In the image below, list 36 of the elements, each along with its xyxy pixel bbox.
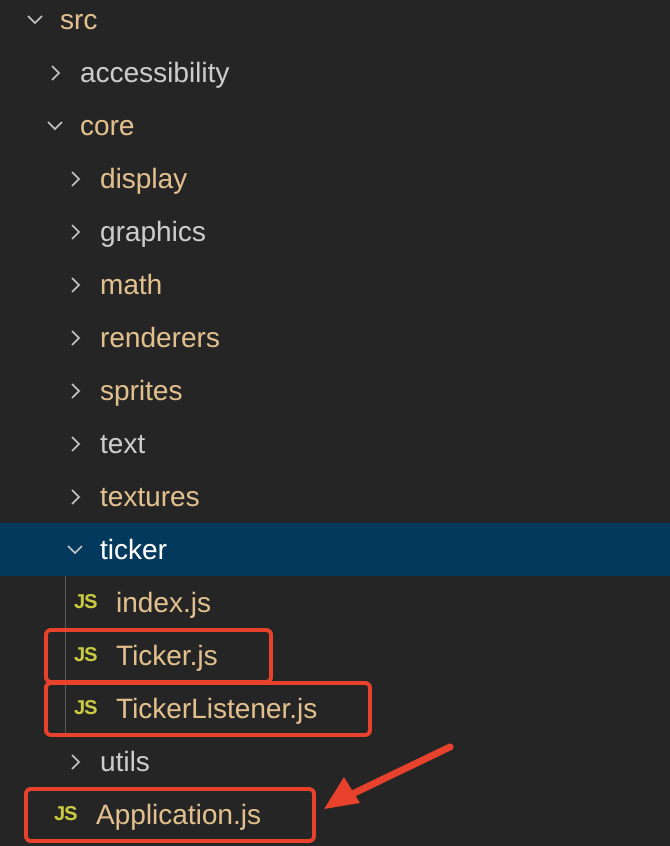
file-row[interactable]: JS TickerListener.js	[0, 682, 670, 735]
folder-name: accessibility	[80, 56, 230, 90]
folder-row[interactable]: sprites	[0, 364, 670, 417]
js-file-icon: JS	[74, 644, 102, 667]
folder-row[interactable]: src	[0, 0, 670, 46]
folder-row[interactable]: ticker	[0, 523, 670, 576]
file-row[interactable]: JS index.js	[0, 576, 670, 629]
folder-row[interactable]: text	[0, 417, 670, 470]
folder-name: renderers	[100, 320, 220, 354]
file-name: index.js	[116, 586, 211, 620]
file-name: Application.js	[96, 798, 261, 832]
folder-row[interactable]: math	[0, 258, 670, 311]
folder-name: src	[60, 2, 98, 36]
folder-name: utils	[100, 744, 150, 778]
folder-row[interactable]: graphics	[0, 205, 670, 258]
file-row[interactable]: JS Ticker.js	[0, 629, 670, 682]
js-file-icon: JS	[74, 591, 102, 614]
folder-name: display	[100, 162, 188, 196]
folder-name: math	[100, 268, 162, 302]
folder-name: text	[100, 426, 146, 460]
folder-name: graphics	[100, 214, 206, 248]
folder-row[interactable]: textures	[0, 470, 670, 523]
folder-row[interactable]: core	[0, 99, 670, 152]
file-name: Ticker.js	[116, 638, 218, 672]
folder-name: textures	[100, 480, 200, 514]
js-file-icon: JS	[54, 803, 82, 826]
file-row[interactable]: JS Application.js	[0, 788, 670, 841]
folder-row[interactable]: utils	[0, 735, 670, 788]
folder-row[interactable]: display	[0, 152, 670, 205]
js-file-icon: JS	[74, 697, 102, 720]
folder-row[interactable]: accessibility	[0, 46, 670, 99]
file-name: TickerListener.js	[116, 692, 318, 726]
folder-name: sprites	[100, 374, 182, 408]
folder-row[interactable]: renderers	[0, 311, 670, 364]
folder-name: core	[80, 108, 134, 142]
folder-name: ticker	[100, 532, 167, 566]
